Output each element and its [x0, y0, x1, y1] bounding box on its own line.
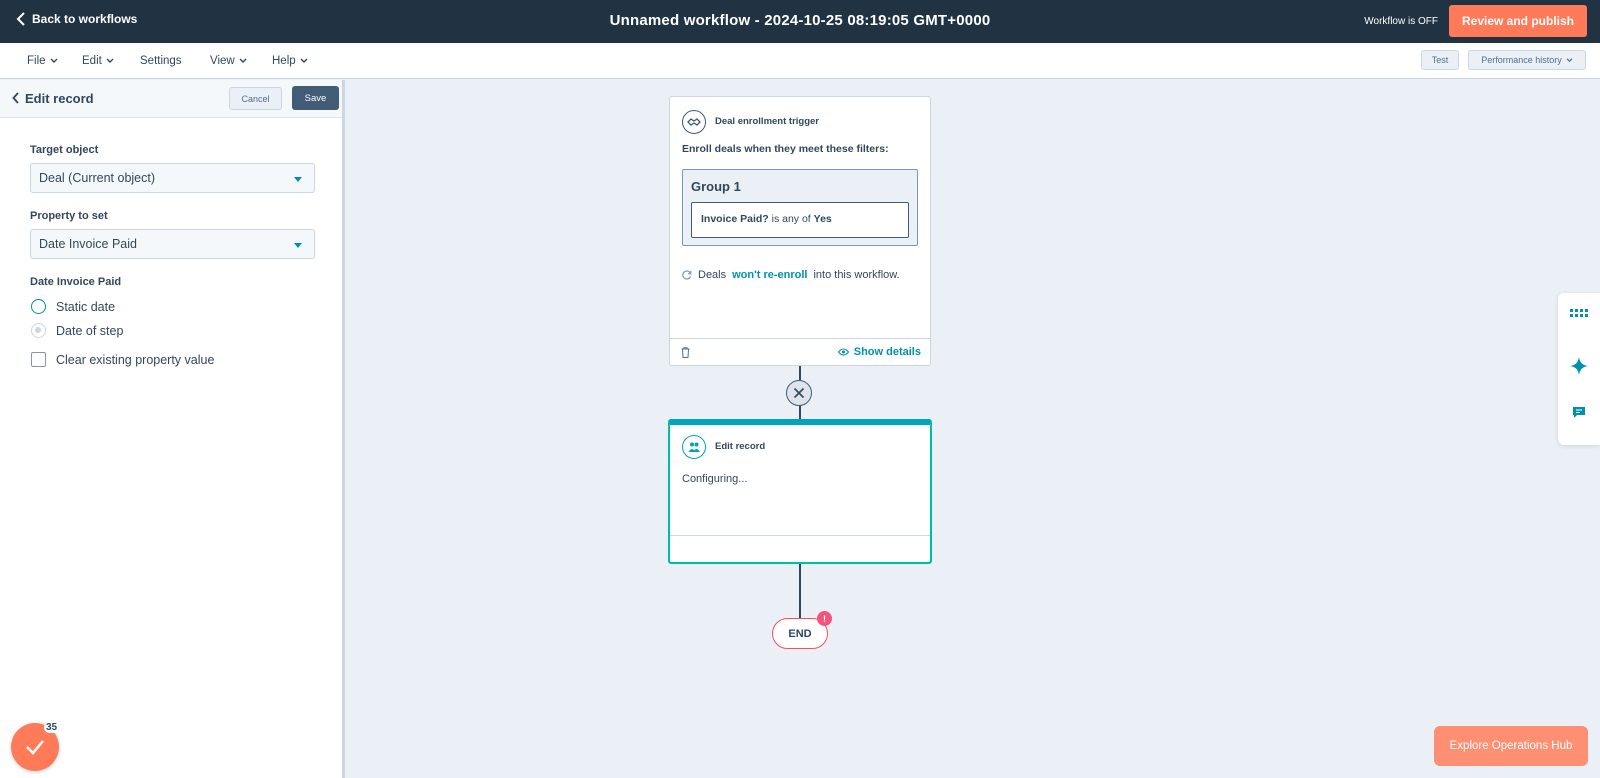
caret-down-icon — [294, 243, 302, 248]
filter-condition[interactable]: Invoice Paid? is any of Yes — [691, 202, 909, 238]
filter-group-title: Group 1 — [691, 179, 741, 194]
chat-icon[interactable] — [1570, 403, 1588, 421]
refresh-icon — [682, 270, 692, 280]
chevron-down-icon — [239, 58, 247, 63]
chevron-down-icon — [1566, 57, 1573, 62]
caret-down-icon — [294, 177, 302, 182]
property-value: Date Invoice Paid — [39, 237, 137, 251]
target-object-value: Deal (Current object) — [39, 171, 156, 185]
filter-operator: is any of — [771, 213, 811, 225]
chevron-down-icon — [50, 58, 58, 63]
people-icon — [682, 435, 706, 459]
show-details-link[interactable]: Show details — [837, 346, 921, 358]
action-card-heading: Edit record — [715, 441, 766, 452]
radio-static-date-label: Static date — [56, 299, 116, 314]
radio-button[interactable] — [31, 299, 46, 314]
review-and-publish-button[interactable]: Review and publish — [1449, 5, 1587, 37]
close-icon — [793, 387, 805, 399]
error-badge: ! — [817, 611, 832, 626]
panel-title: Edit record — [25, 91, 94, 106]
reenroll-suffix: into this workflow. — [813, 269, 900, 281]
chevron-left-icon[interactable] — [12, 92, 20, 104]
trigger-card-heading: Deal enrollment trigger — [715, 116, 819, 127]
test-button[interactable]: Test — [1421, 50, 1459, 70]
menu-view-label: View — [210, 55, 235, 67]
enroll-criteria-text: Enroll deals when they meet these filter… — [682, 143, 889, 155]
enrollment-trigger-card[interactable]: Deal enrollment trigger Enroll deals whe… — [669, 96, 931, 366]
filter-group: Group 1 Invoice Paid? is any of Yes — [682, 169, 918, 246]
handshake-icon — [682, 110, 706, 134]
menu-help-label: Help — [272, 55, 296, 67]
menu-edit[interactable]: Edit — [82, 55, 114, 67]
property-select[interactable]: Date Invoice Paid — [30, 229, 315, 259]
edit-record-action-card[interactable]: Edit record Configuring... — [668, 419, 932, 564]
radio-date-of-step[interactable]: Date of step — [31, 323, 123, 338]
panel-header: Edit record Cancel Save — [0, 80, 342, 118]
performance-history-button[interactable]: Performance history — [1468, 50, 1586, 70]
trigger-card-footer: Show details — [670, 338, 930, 366]
cancel-button[interactable]: Cancel — [229, 87, 282, 110]
chevron-down-icon — [106, 58, 114, 63]
menu-view[interactable]: View — [210, 55, 247, 67]
chevron-down-icon — [300, 58, 308, 63]
property-to-set-label: Property to set — [30, 210, 108, 222]
right-sidebar-rail — [1558, 293, 1600, 445]
menu-help[interactable]: Help — [272, 55, 308, 67]
edit-record-panel: Edit record Cancel Save Target object De… — [0, 80, 345, 778]
top-bar: Back to workflows Unnamed workflow - 202… — [0, 0, 1600, 43]
radio-button[interactable] — [31, 323, 46, 338]
delete-action-node[interactable] — [786, 380, 812, 406]
checkmark-icon — [26, 740, 44, 755]
target-object-select[interactable]: Deal (Current object) — [30, 163, 315, 193]
date-section-label: Date Invoice Paid — [30, 276, 122, 288]
connector-line — [799, 406, 801, 419]
reenroll-note: Deals won't re-enroll into this workflow… — [682, 269, 900, 281]
action-status: Configuring... — [682, 473, 748, 485]
target-object-label: Target object — [30, 144, 99, 156]
eye-icon — [837, 348, 849, 356]
clear-property-checkbox[interactable] — [31, 352, 46, 367]
workflow-title[interactable]: Unnamed workflow - 2024-10-25 08:19:05 G… — [0, 12, 1600, 29]
trash-icon[interactable] — [681, 347, 690, 358]
filter-value: Yes — [813, 213, 832, 225]
action-card-divider — [670, 535, 930, 536]
reenroll-link[interactable]: won't re-enroll — [732, 269, 807, 281]
grid-icon[interactable] — [1570, 304, 1588, 322]
checklist-count-badge: 35 — [44, 722, 60, 733]
performance-history-label: Performance history — [1481, 55, 1562, 65]
menu-file-label: File — [27, 55, 46, 67]
radio-date-of-step-label: Date of step — [56, 323, 124, 338]
menu-settings-label: Settings — [140, 55, 182, 67]
radio-static-date[interactable]: Static date — [31, 299, 115, 314]
reenroll-prefix: Deals — [698, 269, 727, 281]
menu-settings[interactable]: Settings — [140, 55, 182, 67]
clear-property-label: Clear existing property value — [56, 352, 215, 367]
menu-edit-label: Edit — [82, 55, 102, 67]
menu-bar: File Edit Settings View Help Test Perfor… — [0, 43, 1600, 79]
connector-line — [799, 366, 801, 380]
explore-operations-hub-button[interactable]: Explore Operations Hub — [1434, 726, 1588, 766]
filter-property: Invoice Paid? — [701, 213, 769, 225]
sparkle-icon[interactable] — [1570, 357, 1588, 375]
menu-file[interactable]: File — [27, 55, 58, 67]
workflow-status: Workflow is OFF — [1364, 16, 1438, 27]
show-details-label: Show details — [853, 346, 921, 358]
connector-line — [799, 564, 801, 618]
clear-property-checkbox-row[interactable]: Clear existing property value — [31, 352, 214, 367]
save-button[interactable]: Save — [292, 86, 339, 110]
